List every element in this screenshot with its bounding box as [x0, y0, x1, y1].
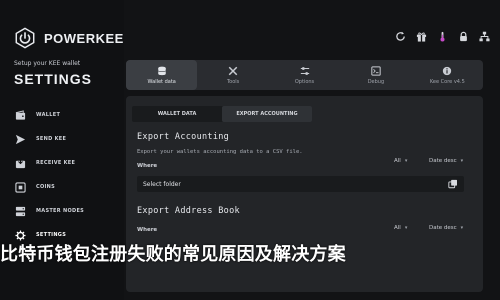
brand: POWERKEE [14, 26, 124, 50]
sort-select[interactable]: Date desc ▾ [429, 156, 463, 166]
sidebar-item-receive[interactable]: RECEIVE KEE [14, 151, 122, 175]
tab-label: Debug [367, 78, 385, 85]
receive-icon [14, 157, 26, 169]
chevron-down-icon: ▾ [460, 158, 464, 164]
select-folder-field[interactable]: Select folder [137, 176, 464, 192]
tab-tools[interactable]: Tools [197, 60, 268, 90]
select-folder-label: Select folder [143, 180, 181, 188]
sidebar-item-coins[interactable]: COINS [14, 175, 122, 199]
export-accounting-title: Export Accounting [137, 132, 230, 142]
refresh-icon[interactable] [394, 30, 406, 42]
tab-debug[interactable]: Debug [340, 60, 411, 90]
tab-wallet-data[interactable]: Wallet data [126, 60, 198, 90]
info-icon [442, 66, 452, 76]
sort-select[interactable]: Date desc ▾ [429, 223, 463, 233]
wallet-icon [14, 109, 26, 121]
chevron-down-icon: ▾ [404, 225, 408, 231]
tab-label: Wallet data [147, 78, 176, 85]
overlay-headline: 比特币钱包注册失败的常见原因及解决方案 [0, 244, 346, 265]
tools-icon [228, 66, 238, 76]
lock-icon[interactable] [457, 30, 469, 42]
page-title: SETTINGS [14, 71, 93, 87]
sort-value: Date desc [429, 158, 457, 164]
sidebar-item-master-nodes[interactable]: MASTER NODES [14, 199, 122, 223]
sidebar-item-send[interactable]: SEND KEE [14, 127, 122, 151]
export-accounting-description: Export your wallets accounting data to a… [137, 149, 303, 155]
filter-value: All [394, 225, 401, 231]
app-window: POWERKEE Setup your KEE wallet SETTINGS … [0, 0, 500, 300]
sidebar-item-label: WALLET [36, 112, 61, 118]
main-tabs: Wallet data Tools Options Debug Kee Core… [126, 60, 483, 90]
subtab-wallet-data[interactable]: WALLET DATA [132, 106, 222, 122]
sub-tabs: WALLET DATA EXPORT ACCOUNTING [132, 106, 312, 122]
coins-icon [14, 181, 26, 193]
bug-icon [371, 65, 381, 76]
copy-icon[interactable] [448, 179, 458, 189]
filter-select[interactable]: All ▾ [394, 156, 407, 166]
tab-label: Kee Core v4.5 [429, 78, 465, 85]
tab-kee-core[interactable]: Kee Core v4.5 [412, 60, 483, 90]
sliders-icon [300, 66, 310, 76]
subtab-export-accounting[interactable]: EXPORT ACCOUNTING [222, 106, 312, 122]
brand-name: POWERKEE [44, 30, 124, 46]
server-icon [14, 205, 26, 217]
sort-value: Date desc [429, 225, 457, 231]
sidebar-item-label: SEND KEE [36, 136, 67, 142]
page-subtitle: Setup your KEE wallet [14, 60, 81, 67]
sidebar-item-label: MASTER NODES [36, 208, 85, 214]
where-label: Where [137, 163, 158, 169]
gift-icon[interactable] [415, 30, 427, 42]
filter-value: All [394, 158, 401, 164]
sidebar-item-label: SETTINGS [36, 232, 67, 238]
power-icon [15, 27, 35, 49]
network-icon[interactable] [478, 30, 490, 42]
database-icon [157, 66, 167, 76]
where-label: Where [137, 227, 158, 233]
send-icon [14, 133, 26, 145]
filter-select[interactable]: All ▾ [394, 223, 407, 233]
tab-label: Tools [226, 78, 240, 85]
sidebar-item-label: RECEIVE KEE [36, 160, 76, 166]
chevron-down-icon: ▾ [404, 158, 408, 164]
tab-label: Options [294, 78, 315, 85]
chevron-down-icon: ▾ [460, 225, 464, 231]
tab-options[interactable]: Options [269, 60, 340, 90]
top-toolbar [394, 30, 490, 42]
sidebar-item-label: COINS [36, 184, 56, 190]
thermometer-icon[interactable] [436, 30, 448, 42]
sidebar-item-wallet[interactable]: WALLET [14, 103, 122, 127]
export-address-book-title: Export Address Book [137, 206, 240, 216]
sidebar-nav: WALLET SEND KEE RECEIVE KEE COINS MASTER… [14, 103, 122, 247]
